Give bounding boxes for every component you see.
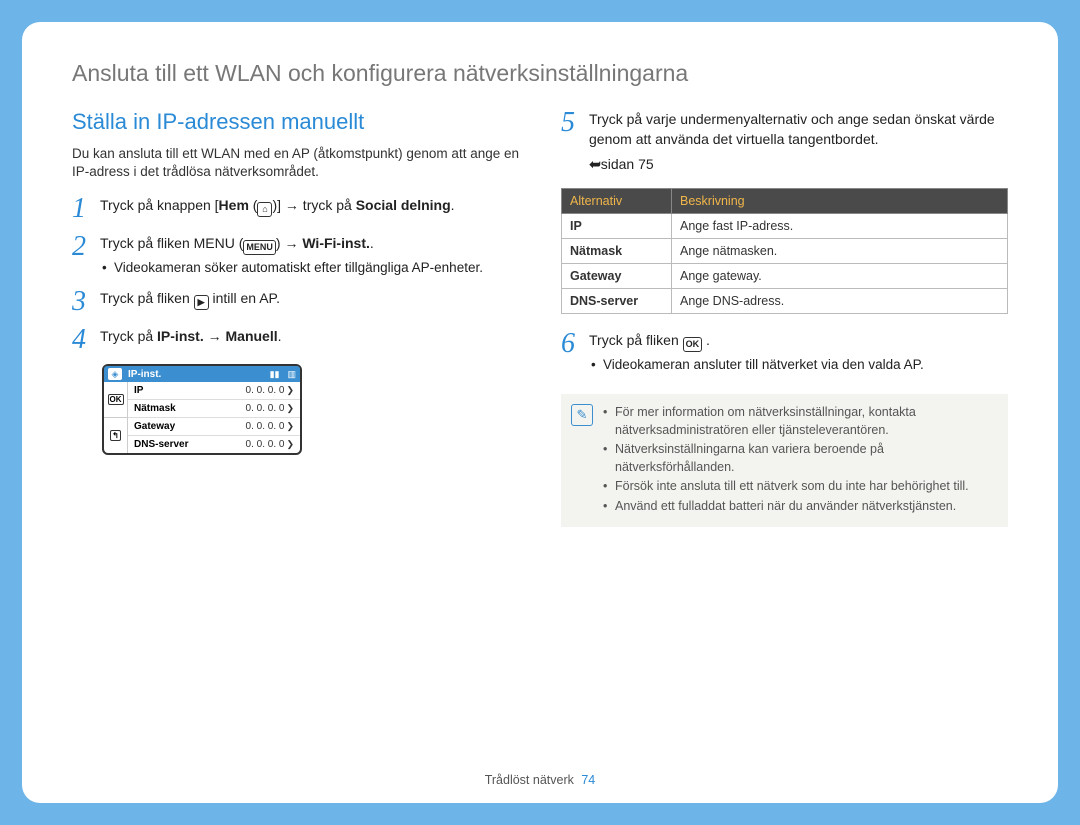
left-column: Ställa in IP-adressen manuellt Du kan an…	[72, 109, 519, 527]
chevron-right-icon: ❯	[286, 421, 294, 432]
step-3: 3 Tryck på fliken ▶ intill en AP.	[72, 288, 519, 316]
intro-text: Du kan ansluta till ett WLAN med en AP (…	[72, 145, 519, 181]
arrow-icon: →	[284, 235, 298, 251]
page-title: Ansluta till ett WLAN och konfigurera nä…	[72, 60, 1008, 87]
step-sub: Videokameran ansluter till nätverket via…	[589, 355, 1008, 375]
two-column-layout: Ställa in IP-adressen manuellt Du kan an…	[72, 109, 1008, 527]
signal-icon: ▮▮	[270, 369, 280, 380]
options-table: Alternativ Beskrivning IPAnge fast IP-ad…	[561, 188, 1008, 314]
device-row: DNS-server0. 0. 0. 0❯	[128, 436, 300, 453]
manual-page: Ansluta till ett WLAN och konfigurera nä…	[22, 22, 1058, 803]
menu-icon: MENU	[243, 240, 276, 255]
step-number: 3	[72, 288, 90, 316]
device-header: ◈ IP-inst. ▮▮ ▥	[104, 366, 300, 382]
note-box: ✎ För mer information om nätverksinställ…	[561, 394, 1008, 527]
device-screenshot: ◈ IP-inst. ▮▮ ▥ OK ↰ IP0. 0. 0. 0❯ Nätma…	[102, 364, 302, 455]
step-6: 6 Tryck på fliken OK . Videokameran ansl…	[561, 330, 1008, 375]
table-header-desc: Beskrivning	[672, 188, 1008, 213]
note-item: Nätverksinställningarna kan variera bero…	[603, 441, 996, 476]
chevron-right-icon: ❯	[286, 403, 294, 414]
right-column: 5 Tryck på varje undermenyalternativ och…	[561, 109, 1008, 527]
page-reference: ➥sidan 75	[589, 154, 1008, 174]
wifi-icon: ◈	[108, 368, 122, 380]
step-number: 2	[72, 233, 90, 278]
ok-icon: OK	[683, 337, 703, 352]
device-row: Gateway0. 0. 0. 0❯	[128, 418, 300, 436]
table-row: NätmaskAnge nätmasken.	[562, 238, 1008, 263]
device-row: Nätmask0. 0. 0. 0❯	[128, 400, 300, 418]
page-footer: Trådlöst nätverk 74	[22, 773, 1058, 787]
step-2: 2 Tryck på fliken MENU (MENU) → Wi-Fi-in…	[72, 233, 519, 278]
step-sub: Videokameran söker automatiskt efter til…	[100, 258, 519, 278]
note-item: Försök inte ansluta till ett nätverk som…	[603, 478, 996, 496]
play-icon: ▶	[194, 295, 209, 310]
step-body: Tryck på fliken MENU (MENU) → Wi-Fi-inst…	[100, 233, 519, 278]
device-body: OK ↰ IP0. 0. 0. 0❯ Nätmask0. 0. 0. 0❯ Ga…	[104, 382, 300, 453]
section-title: Ställa in IP-adressen manuellt	[72, 109, 519, 135]
note-item: Använd ett fulladdat batteri när du anvä…	[603, 498, 996, 516]
note-icon: ✎	[571, 404, 593, 426]
table-row: GatewayAnge gateway.	[562, 263, 1008, 288]
table-row: DNS-serverAnge DNS-adress.	[562, 288, 1008, 313]
footer-page-number: 74	[581, 773, 595, 787]
step-number: 4	[72, 326, 90, 354]
footer-section: Trådlöst nätverk	[485, 773, 574, 787]
step-body: Tryck på fliken ▶ intill en AP.	[100, 288, 519, 316]
step-number: 5	[561, 109, 579, 174]
chevron-right-icon: ❯	[286, 439, 294, 450]
home-icon: ⌂	[257, 202, 272, 217]
table-row: IPAnge fast IP-adress.	[562, 213, 1008, 238]
step-body: Tryck på fliken OK . Videokameran anslut…	[589, 330, 1008, 375]
arrow-icon: →	[285, 197, 299, 213]
arrow-icon: →	[208, 328, 222, 344]
note-list: För mer information om nätverksinställni…	[603, 404, 996, 517]
device-ok-button: OK	[104, 382, 127, 418]
step-1: 1 Tryck på knappen [Hem (⌂)] → tryck på …	[72, 195, 519, 223]
note-item: För mer information om nätverksinställni…	[603, 404, 996, 439]
pageref-icon: ➥	[589, 154, 601, 174]
table-header-alt: Alternativ	[562, 188, 672, 213]
step-body: Tryck på varje undermenyalternativ och a…	[589, 109, 1008, 174]
device-rows: IP0. 0. 0. 0❯ Nätmask0. 0. 0. 0❯ Gateway…	[128, 382, 300, 453]
device-back-button: ↰	[104, 418, 127, 453]
step-number: 1	[72, 195, 90, 223]
step-number: 6	[561, 330, 579, 375]
battery-icon: ▥	[287, 369, 296, 380]
chevron-right-icon: ❯	[286, 385, 294, 396]
step-body: Tryck på IP-inst. → Manuell.	[100, 326, 519, 354]
device-row: IP0. 0. 0. 0❯	[128, 382, 300, 400]
device-sidebar: OK ↰	[104, 382, 128, 453]
step-4: 4 Tryck på IP-inst. → Manuell.	[72, 326, 519, 354]
device-title: IP-inst.	[128, 369, 161, 380]
step-5: 5 Tryck på varje undermenyalternativ och…	[561, 109, 1008, 174]
step-body: Tryck på knappen [Hem (⌂)] → tryck på So…	[100, 195, 519, 223]
